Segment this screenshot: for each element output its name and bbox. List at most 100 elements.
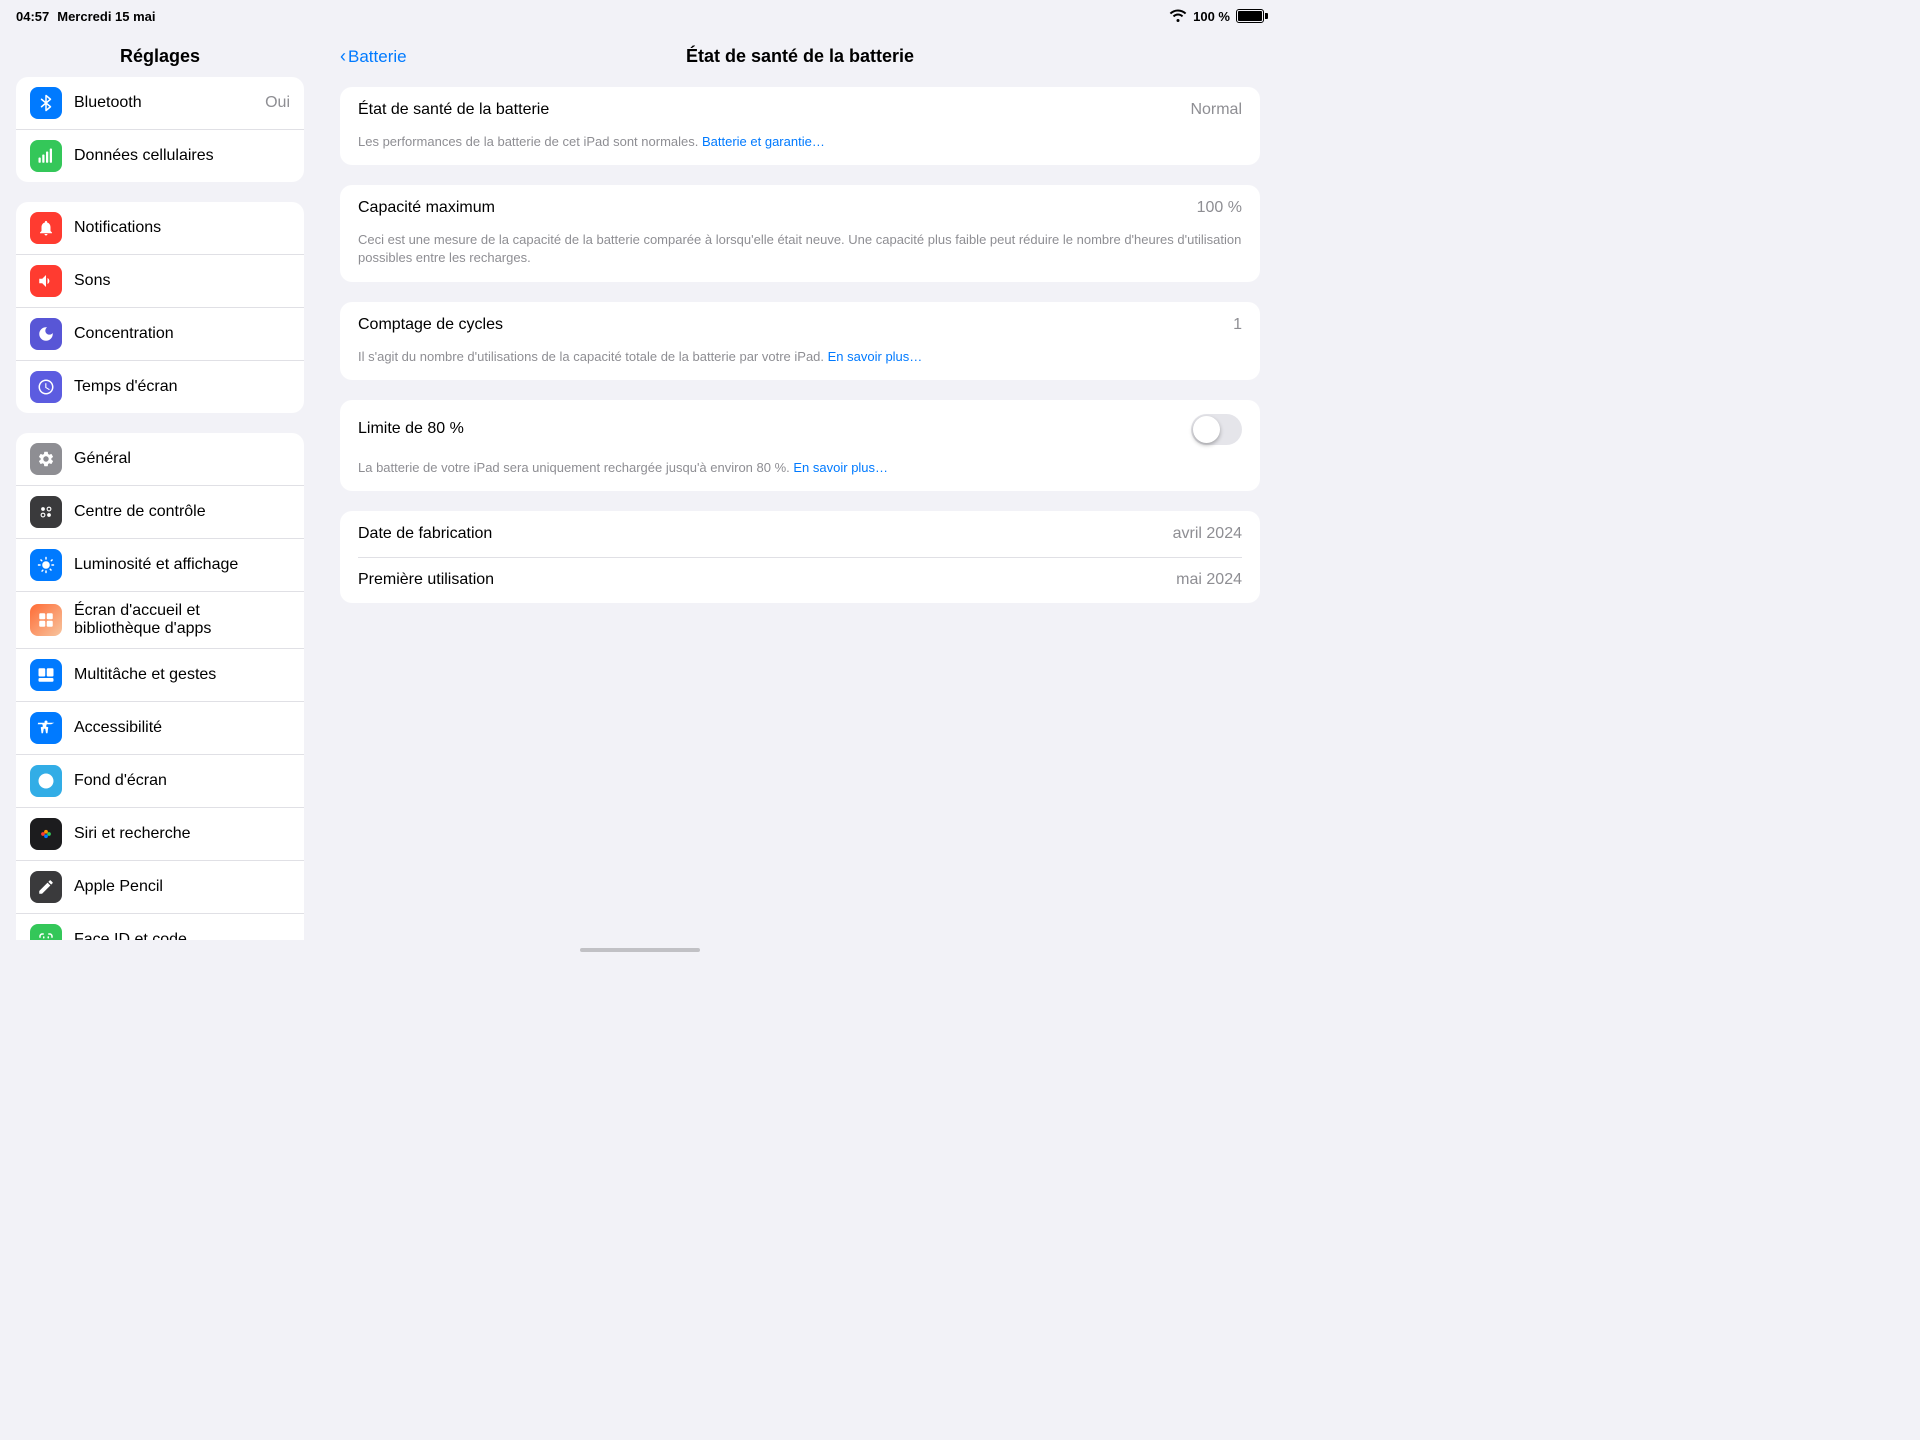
limite-toggle[interactable] [1191,414,1242,445]
card-limite: Limite de 80 % La batterie de votre iPad… [340,400,1260,491]
battery-icon [1236,9,1264,23]
sidebar-item-temps-ecran[interactable]: Temps d'écran [16,361,304,413]
fond-ecran-icon [30,765,62,797]
siri-icon [30,818,62,850]
sidebar-item-accessibilite[interactable]: Accessibilité [16,702,304,755]
limite-description: La batterie de votre iPad sera uniquemen… [340,459,1260,491]
sidebar-item-ecran-accueil[interactable]: Écran d'accueil et bibliothèque d'apps [16,592,304,649]
cycles-label: Comptage de cycles [358,316,503,334]
sidebar-item-cellular[interactable]: Données cellulaires [16,130,304,182]
row-premiere-utilisation: Première utilisation mai 2024 [340,557,1260,603]
cycles-description: Il s'agit du nombre d'utilisations de la… [340,348,1260,380]
temps-ecran-label: Temps d'écran [74,378,290,396]
multitache-label: Multitâche et gestes [74,666,290,684]
status-bar: 04:57 Mercredi 15 mai 100 % [0,0,1280,32]
sidebar-title: Réglages [0,32,320,77]
sidebar-item-apple-pencil[interactable]: Apple Pencil [16,861,304,914]
content-header: ‹ Batterie État de santé de la batterie [320,32,1280,77]
accessibilite-icon [30,712,62,744]
accessibilite-label: Accessibilité [74,719,290,737]
bluetooth-icon [30,87,62,119]
content-body: État de santé de la batterie Normal Les … [320,77,1280,643]
back-chevron-icon: ‹ [340,46,346,67]
sidebar-item-fond-ecran[interactable]: Fond d'écran [16,755,304,808]
capacite-max-value: 100 % [1197,199,1242,217]
row-date-fabrication: Date de fabrication avril 2024 [340,511,1260,557]
etat-sante-label: État de santé de la batterie [358,101,549,119]
cycles-value: 1 [1233,316,1242,334]
sidebar-item-face-id[interactable]: Face ID et code [16,914,304,940]
ecran-accueil-icon [30,604,62,636]
temps-ecran-icon [30,371,62,403]
time: 04:57 [16,9,49,24]
back-button[interactable]: ‹ Batterie [340,46,407,67]
cellular-label: Données cellulaires [74,147,290,165]
sidebar-group-1: Bluetooth Oui Données cellulaires [16,77,304,182]
sidebar-item-notifications[interactable]: Notifications [16,202,304,255]
concentration-icon [30,318,62,350]
premiere-utilisation-value: mai 2024 [1176,571,1242,589]
apple-pencil-label: Apple Pencil [74,878,290,896]
capacite-description: Ceci est une mesure de la capacité de la… [340,231,1260,281]
notifications-icon [30,212,62,244]
sons-label: Sons [74,272,290,290]
etat-sante-description: Les performances de la batterie de cet i… [340,133,1260,165]
sidebar-item-multitache[interactable]: Multitâche et gestes [16,649,304,702]
centre-controle-icon [30,496,62,528]
sidebar-item-sons[interactable]: Sons [16,255,304,308]
home-bar [580,948,700,952]
home-indicator [0,940,1280,960]
cycles-link[interactable]: En savoir plus… [828,349,923,364]
bluetooth-value: Oui [265,94,290,112]
wifi-icon [1169,8,1187,25]
date-fabrication-label: Date de fabrication [358,525,492,543]
sons-icon [30,265,62,297]
ecran-accueil-label: Écran d'accueil et bibliothèque d'apps [74,602,290,638]
cellular-icon [30,140,62,172]
card-cycles: Comptage de cycles 1 Il s'agit du nombre… [340,302,1260,380]
date-fabrication-value: avril 2024 [1173,525,1242,543]
sidebar-item-concentration[interactable]: Concentration [16,308,304,361]
etat-sante-value: Normal [1190,101,1242,119]
siri-label: Siri et recherche [74,825,290,843]
face-id-icon [30,924,62,940]
sidebar-group-3: Général Centre de contrôle [16,433,304,940]
centre-controle-label: Centre de contrôle [74,503,290,521]
concentration-label: Concentration [74,325,290,343]
bluetooth-label: Bluetooth [74,94,265,112]
sidebar-group-2: Notifications Sons Concentration [16,202,304,413]
page-title: État de santé de la batterie [686,46,914,67]
limite-link[interactable]: En savoir plus… [793,460,888,475]
row-limite: Limite de 80 % [340,400,1260,459]
face-id-label: Face ID et code [74,931,290,940]
limite-label: Limite de 80 % [358,420,464,438]
luminosite-label: Luminosité et affichage [74,556,290,574]
back-label: Batterie [348,47,407,67]
row-cycles: Comptage de cycles 1 [340,302,1260,348]
premiere-utilisation-label: Première utilisation [358,571,494,589]
sidebar-item-luminosite[interactable]: Luminosité et affichage [16,539,304,592]
sidebar-item-centre-controle[interactable]: Centre de contrôle [16,486,304,539]
row-etat-sante: État de santé de la batterie Normal [340,87,1260,133]
card-capacite: Capacité maximum 100 % Ceci est une mesu… [340,185,1260,281]
card-etat-sante: État de santé de la batterie Normal Les … [340,87,1260,165]
multitache-icon [30,659,62,691]
sidebar-item-general[interactable]: Général [16,433,304,486]
main-layout: Réglages Bluetooth Oui [0,32,1280,940]
card-dates: Date de fabrication avril 2024 Première … [340,511,1260,604]
row-capacite-max: Capacité maximum 100 % [340,185,1260,231]
sidebar-item-bluetooth[interactable]: Bluetooth Oui [16,77,304,130]
battery-percentage: 100 % [1193,9,1230,24]
notifications-label: Notifications [74,219,290,237]
sidebar: Réglages Bluetooth Oui [0,32,320,940]
battery-fill [1238,11,1262,21]
general-label: Général [74,450,290,468]
date: Mercredi 15 mai [57,9,155,24]
sidebar-item-siri[interactable]: Siri et recherche [16,808,304,861]
luminosite-icon [30,549,62,581]
general-icon [30,443,62,475]
content-area: ‹ Batterie État de santé de la batterie … [320,32,1280,940]
fond-ecran-label: Fond d'écran [74,772,290,790]
batterie-garantie-link[interactable]: Batterie et garantie… [702,134,825,149]
toggle-thumb [1193,416,1220,443]
